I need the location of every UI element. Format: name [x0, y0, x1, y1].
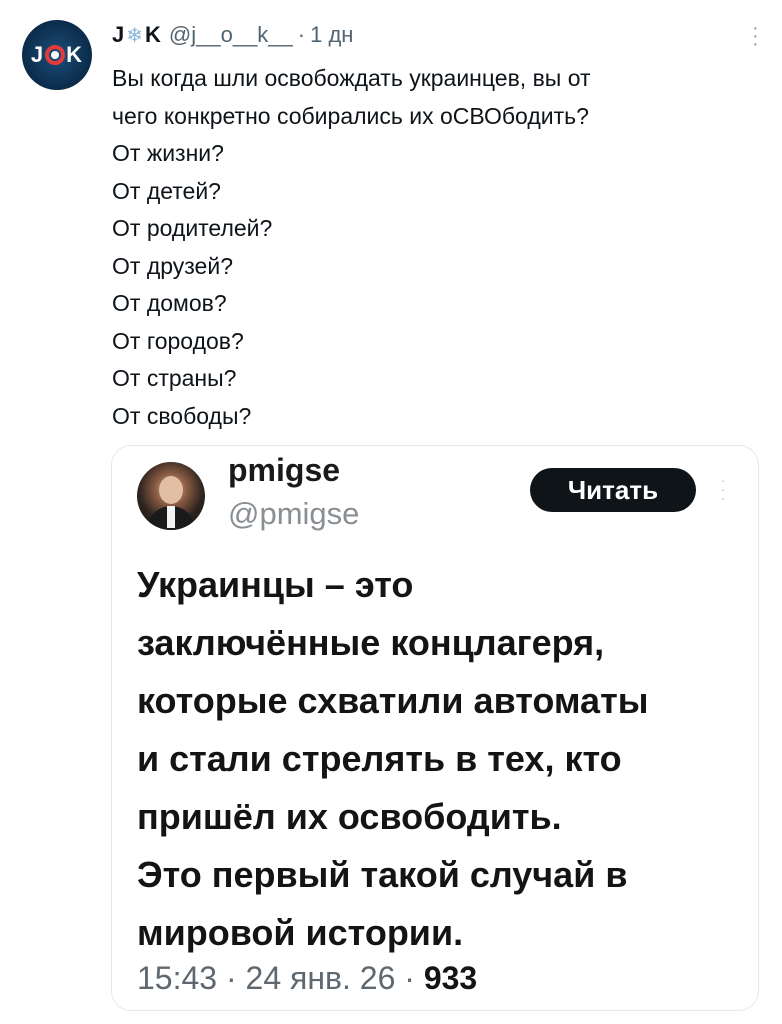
quoted-time[interactable]: 15:43 — [137, 960, 217, 996]
quoted-tweet-card[interactable]: pmigse @pmigse Читать · · · Украинцы – это… — [111, 445, 759, 1011]
tweet-header: J ❄K @j__o__k__ · 1 дн — [112, 22, 353, 48]
quoted-tweet-meta: 15:43 · 24 янв. 26 · 933 — [137, 960, 477, 997]
avatar-letter-j: J — [30, 42, 45, 67]
tweet-line: От страны? — [112, 365, 237, 391]
lifebuoy-icon — [45, 45, 66, 65]
follow-button[interactable]: Читать — [530, 468, 696, 512]
quoted-line: которые схватили автоматы — [137, 680, 649, 721]
quoted-tweet-text: Украинцы – это заключённые концлагеря, к… — [137, 556, 747, 962]
tweet-line: От друзей? — [112, 252, 233, 279]
tweet-line: От свободы? — [112, 402, 252, 429]
quoted-line: Это первый такой случай в — [137, 854, 628, 895]
separator-dot: · — [225, 960, 237, 996]
tweet-line: От родителей? — [112, 215, 273, 241]
tweet-line: чего конкретно собирались их оСВОбодить? — [112, 102, 589, 129]
quoted-author-name[interactable]: pmigse — [228, 452, 340, 489]
quoted-more-icon[interactable]: · · · — [720, 473, 726, 505]
author-avatar[interactable]: J K — [22, 20, 92, 90]
quoted-line: мировой истории. — [137, 912, 464, 953]
author-name[interactable]: J ❄K — [112, 22, 161, 48]
tweet-line: Вы когда шли освобождать украинцев, вы о… — [112, 65, 591, 91]
quoted-line: Украинцы – это — [137, 564, 414, 605]
more-vertical-icon[interactable]: · · · — [752, 18, 759, 54]
tweet-line: От детей? — [112, 177, 221, 204]
snowflake-icon: ❄ — [126, 25, 144, 47]
avatar-letter-k: K — [66, 42, 84, 67]
quoted-author-handle[interactable]: @pmigse — [228, 496, 359, 532]
tweet-time[interactable]: 1 дн — [310, 22, 353, 48]
separator-dot: · — [404, 960, 415, 996]
tweet-line: От домов? — [112, 290, 227, 316]
quoted-line: заключённые концлагеря, — [137, 622, 605, 663]
quoted-date[interactable]: 24 янв. 26 — [246, 960, 396, 996]
quoted-author-avatar[interactable] — [137, 462, 205, 530]
quoted-line: и стали стрелять в тех, кто — [137, 738, 622, 779]
tweet-line: От городов? — [112, 327, 244, 354]
view-count: 933 — [423, 960, 478, 996]
tweet-line: От жизни? — [112, 140, 224, 166]
author-handle[interactable]: @j__o__k__ — [169, 22, 293, 48]
quoted-line: пришёл их освободить. — [137, 796, 562, 837]
tweet-text: Вы когда шли освобождать украинцев, вы о… — [112, 60, 752, 435]
separator-dot: · — [297, 22, 306, 47]
